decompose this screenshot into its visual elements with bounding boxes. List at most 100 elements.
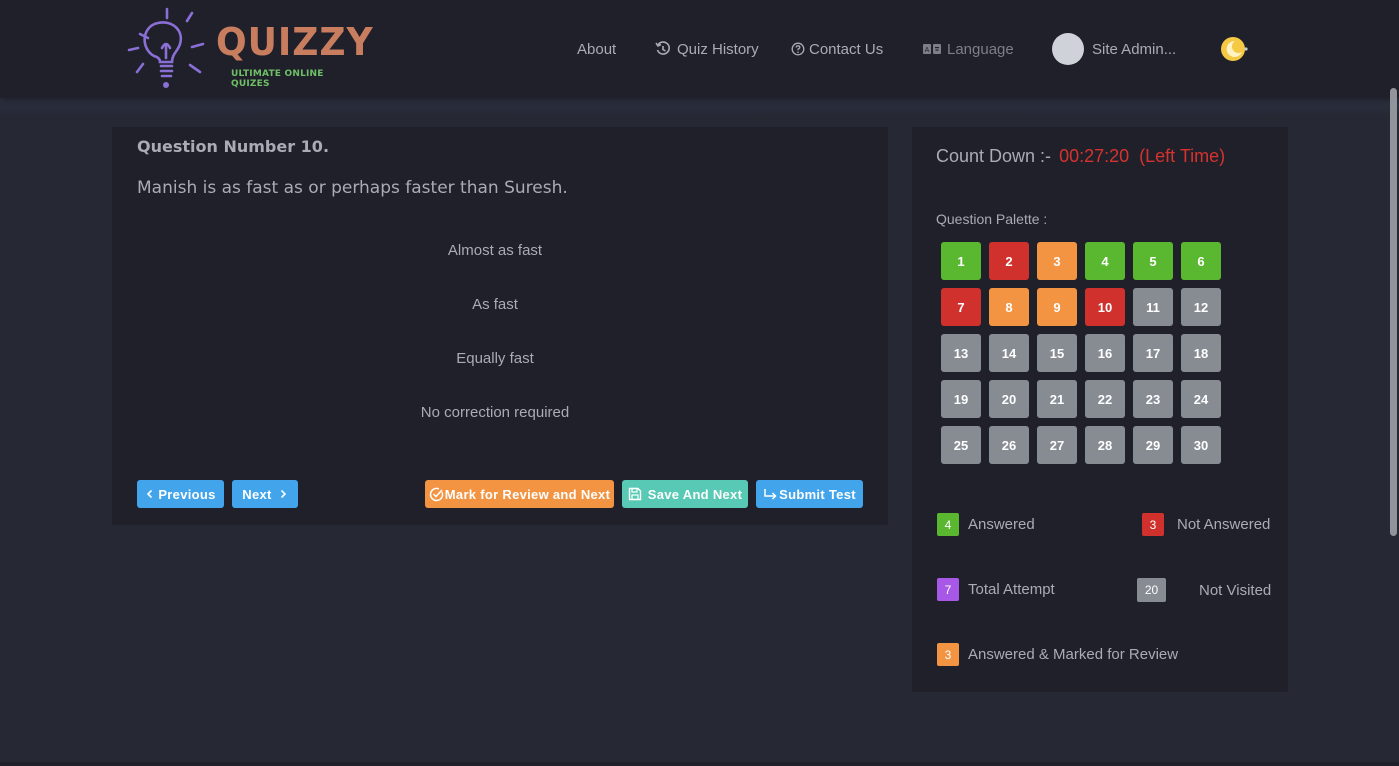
palette-question-16[interactable]: 16 [1085, 334, 1125, 372]
palette-question-11[interactable]: 11 [1133, 288, 1173, 326]
palette-question-27[interactable]: 27 [1037, 426, 1077, 464]
palette-question-14[interactable]: 14 [989, 334, 1029, 372]
question-palette: 1 2 3 4 5 6 7 8 9 10 11 12 13 14 15 16 17 18 19 20 21 22 23 24 2… [941, 242, 1221, 464]
palette-question-25[interactable]: 25 [941, 426, 981, 464]
palette-question-12[interactable]: 12 [1181, 288, 1221, 326]
avatar [1052, 33, 1084, 65]
palette-question-19[interactable]: 19 [941, 380, 981, 418]
nav-contact-us[interactable]: Contact Us [791, 38, 883, 60]
palette-question-21[interactable]: 21 [1037, 380, 1077, 418]
total-attempt-label: Total Attempt [968, 581, 1055, 598]
palette-label: Question Palette : [936, 211, 1048, 227]
submit-test-button[interactable]: Submit Test [756, 480, 863, 508]
question-number: Question Number 10. [137, 137, 330, 156]
not-visited-count-badge: 20 [1137, 578, 1166, 602]
save-and-next-label: Save And Next [647, 486, 743, 502]
question-text: Manish is as fast as or perhaps faster t… [137, 178, 568, 198]
save-icon [628, 487, 642, 501]
legend-not-visited: 20 Not Visited [1137, 578, 1271, 602]
help-circle-icon [791, 42, 805, 56]
palette-question-4[interactable]: 4 [1085, 242, 1125, 280]
bottom-edge [0, 762, 1399, 766]
palette-question-13[interactable]: 13 [941, 334, 981, 372]
chevron-left-icon [145, 489, 155, 499]
palette-question-30[interactable]: 30 [1181, 426, 1221, 464]
option-3[interactable]: Equally fast [112, 350, 878, 367]
nav-quiz-history[interactable]: Quiz History [655, 38, 759, 60]
palette-question-24[interactable]: 24 [1181, 380, 1221, 418]
next-label: Next [242, 486, 272, 502]
palette-question-3[interactable]: 3 [1037, 242, 1077, 280]
answered-label: Answered [968, 516, 1035, 533]
moon-stars-icon [1221, 37, 1248, 61]
nav-about-label: About [577, 40, 617, 58]
legend-marked-for-review: 3 Answered & Marked for Review [937, 643, 1178, 666]
palette-question-9[interactable]: 9 [1037, 288, 1077, 326]
logo-subtitle: ULTIMATE ONLINE QUIZES [231, 69, 324, 89]
site-logo[interactable]: QUIZZY ULTIMATE ONLINE QUIZES [126, 6, 373, 94]
countdown-time: 00:27:20 [1059, 146, 1130, 166]
option-2[interactable]: As fast [112, 296, 878, 313]
palette-question-10[interactable]: 10 [1085, 288, 1125, 326]
next-button[interactable]: Next [232, 480, 298, 508]
mark-for-review-button[interactable]: Mark for Review and Next [425, 480, 614, 508]
user-name: Site Admin... [1092, 40, 1177, 58]
palette-question-26[interactable]: 26 [989, 426, 1029, 464]
palette-question-17[interactable]: 17 [1133, 334, 1173, 372]
not-answered-count-badge: 3 [1142, 513, 1164, 536]
palette-question-29[interactable]: 29 [1133, 426, 1173, 464]
palette-question-2[interactable]: 2 [989, 242, 1029, 280]
palette-question-5[interactable]: 5 [1133, 242, 1173, 280]
submit-test-label: Submit Test [779, 486, 856, 502]
translate-icon: A [923, 44, 941, 54]
countdown-suffix: (Left Time) [1139, 146, 1226, 166]
countdown-timer: 00:27:20 (Left Time) [1059, 146, 1225, 166]
top-navbar: QUIZZY ULTIMATE ONLINE QUIZES About Quiz… [0, 0, 1399, 98]
svg-text:A: A [925, 47, 930, 54]
save-and-next-button[interactable]: Save And Next [622, 480, 748, 508]
check-circle-icon [429, 487, 444, 502]
palette-question-20[interactable]: 20 [989, 380, 1029, 418]
palette-question-28[interactable]: 28 [1085, 426, 1125, 464]
nav-quiz-history-label: Quiz History [677, 40, 759, 58]
option-1[interactable]: Almost as fast [112, 242, 878, 259]
total-attempt-count-badge: 7 [937, 578, 959, 601]
header-divider [0, 98, 1399, 116]
palette-question-6[interactable]: 6 [1181, 242, 1221, 280]
arrow-return-icon [763, 488, 778, 500]
marked-count-badge: 3 [937, 643, 959, 666]
not-answered-label: Not Answered [1177, 516, 1271, 533]
status-panel: Count Down :- 00:27:20 (Left Time) Questi… [912, 127, 1288, 692]
palette-question-15[interactable]: 15 [1037, 334, 1077, 372]
page-scrollbar[interactable] [1390, 88, 1397, 536]
lightbulb-icon [127, 7, 205, 88]
previous-button[interactable]: Previous [137, 480, 224, 508]
legend-answered: 4 Answered [937, 513, 1035, 536]
theme-toggle-button[interactable] [1220, 36, 1248, 62]
countdown: Count Down :- 00:27:20 (Left Time) [936, 146, 1225, 167]
nav-about[interactable]: About [577, 38, 616, 60]
nav-language-label: Language [947, 40, 1014, 58]
user-menu[interactable]: Site Admin... [1052, 33, 1176, 65]
previous-label: Previous [158, 486, 216, 502]
palette-question-8[interactable]: 8 [989, 288, 1029, 326]
option-4[interactable]: No correction required [112, 404, 878, 421]
palette-question-18[interactable]: 18 [1181, 334, 1221, 372]
palette-question-7[interactable]: 7 [941, 288, 981, 326]
chevron-right-icon [278, 489, 288, 499]
nav-language[interactable]: A Language [923, 38, 1014, 60]
logo-title: QUIZZY [216, 20, 374, 64]
question-panel: Question Number 10. Manish is as fast as… [112, 127, 888, 525]
legend-total-attempt: 7 Total Attempt [937, 578, 1055, 601]
countdown-label: Count Down :- [936, 146, 1052, 166]
palette-question-1[interactable]: 1 [941, 242, 981, 280]
not-visited-label: Not Visited [1199, 581, 1272, 599]
answered-count-badge: 4 [937, 513, 959, 536]
palette-question-23[interactable]: 23 [1133, 380, 1173, 418]
nav-contact-us-label: Contact Us [809, 40, 884, 58]
palette-question-22[interactable]: 22 [1085, 380, 1125, 418]
mark-for-review-label: Mark for Review and Next [444, 486, 611, 502]
history-icon [655, 41, 671, 57]
legend-not-answered: 3 Not Answered [1142, 513, 1270, 536]
marked-label: Answered & Marked for Review [968, 646, 1179, 663]
